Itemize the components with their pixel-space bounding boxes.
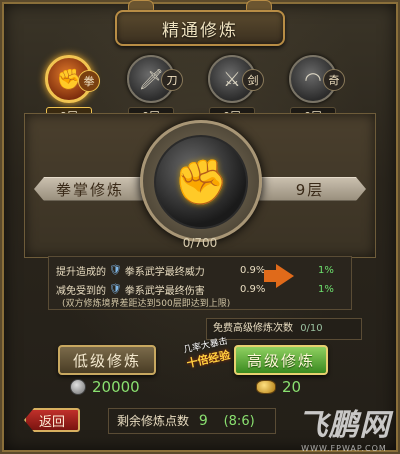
fan-icon: ◠	[304, 67, 322, 91]
stat-next: 1%	[318, 264, 334, 276]
low-cost: 20000	[70, 378, 140, 396]
upgrade-arrow-tail	[264, 270, 276, 282]
title-banner: 精通修炼	[115, 10, 285, 46]
tab-orb: ◠ 奇	[289, 55, 345, 103]
stat-name: 拳系武学最终威力	[124, 266, 205, 278]
tab-badge: 奇	[323, 69, 345, 91]
tab-badge: 剑	[242, 69, 264, 91]
back-button[interactable]: 返回	[24, 408, 80, 432]
skill-medallion[interactable]: ✊	[154, 135, 248, 229]
watermark: 飞鹏网 WWW.FPWAP.COM	[290, 400, 398, 453]
skill-level-ribbon: 9层	[254, 177, 366, 201]
silver-coin-icon	[70, 379, 86, 395]
stat-current: 0.9%	[240, 283, 266, 295]
stat-prefix: 减免受到的	[56, 285, 106, 297]
gold-ingot-icon	[256, 380, 276, 394]
shield-icon: 🛡	[109, 283, 122, 295]
stat-prefix: 提升造成的	[56, 266, 106, 278]
blade-icon: 🗡	[138, 67, 164, 91]
upgrade-arrow-icon	[276, 264, 294, 288]
stat-next: 1%	[318, 283, 334, 295]
stat-name: 拳系武学最终伤害	[124, 285, 205, 297]
watermark-logo: 飞鹏网	[297, 408, 391, 443]
low-cultivate-button[interactable]: 低级修炼	[58, 345, 156, 375]
high-cultivate-button[interactable]: 高级修炼	[234, 345, 328, 375]
page-title: 精通修炼	[162, 20, 238, 41]
skill-name-ribbon: 拳掌修炼	[34, 177, 146, 201]
tab-orb: ⚔ 剑	[208, 55, 264, 103]
free-count-value: 0/10	[300, 323, 323, 334]
tab-badge: 刀	[161, 69, 183, 91]
high-cost-value: 20	[282, 378, 302, 396]
stat-note: (双方修炼境界差距达到500层即达到上限)	[62, 299, 231, 309]
stat-row-defense: 减免受到的 🛡 拳系武学最终伤害 0.9% 1%	[56, 281, 346, 297]
low-cost-value: 20000	[92, 378, 140, 396]
remaining-points-ratio: (8:6)	[223, 414, 255, 429]
progress-text: 0/700	[182, 236, 218, 250]
free-count-label: 免费高级修炼次数	[213, 323, 293, 334]
tab-badge: 拳	[78, 70, 100, 92]
tab-orb: ✊ 拳	[45, 55, 100, 103]
shield-icon: 🛡	[109, 264, 122, 276]
remaining-points-box: 剩余修炼点数 9 (8:6)	[108, 408, 276, 434]
watermark-url: WWW.FPWAP.COM	[301, 444, 387, 453]
high-cost: 20	[256, 378, 301, 396]
remaining-points-value: 9	[198, 413, 208, 429]
sword-icon: ⚔	[223, 67, 241, 91]
stat-row-power: 提升造成的 🛡 拳系武学最终威力 0.9% 1%	[56, 262, 346, 278]
tab-orb: 🗡 刀	[127, 55, 183, 103]
fist-icon: ✊	[173, 157, 229, 208]
remaining-points-label: 剩余修炼点数	[117, 414, 190, 428]
